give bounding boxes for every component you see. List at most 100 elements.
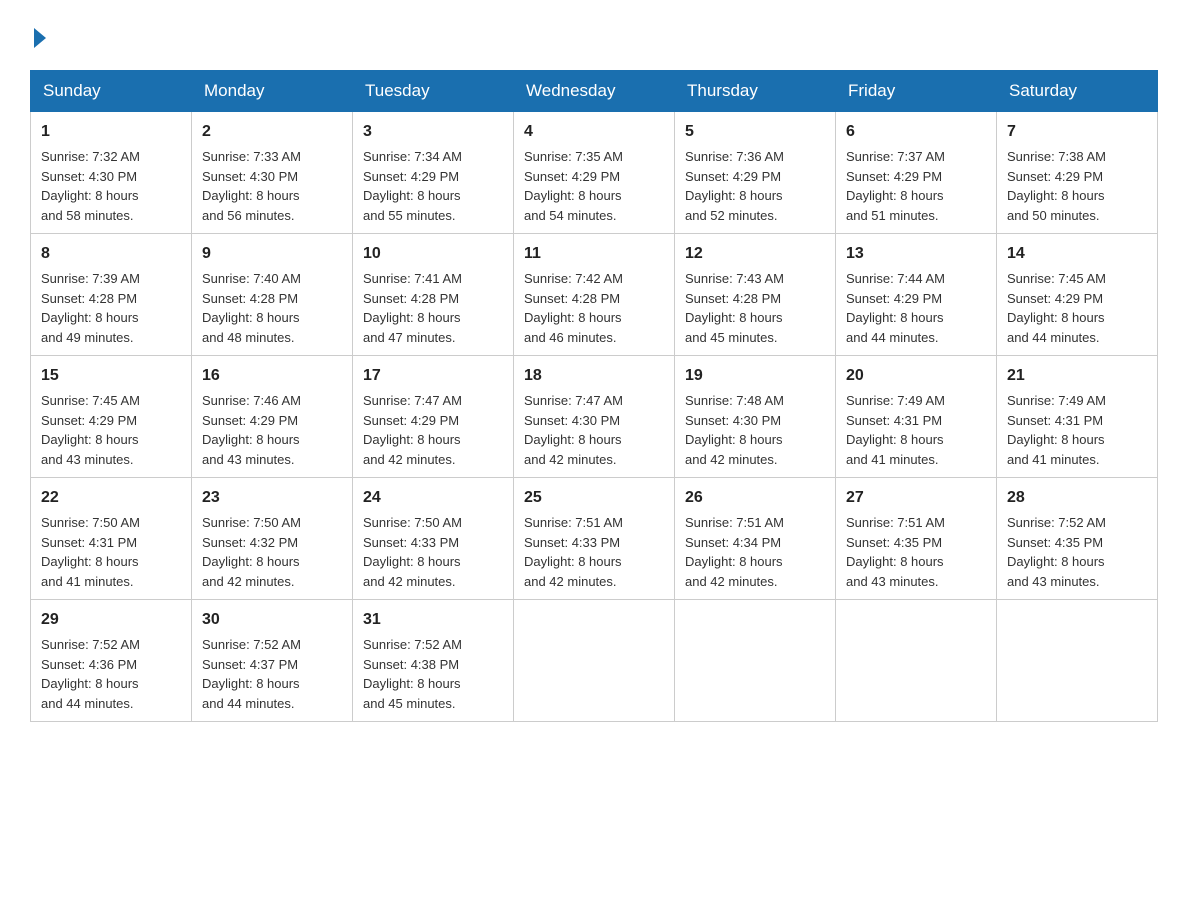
daylight-text: Daylight: 8 hours	[363, 554, 461, 569]
calendar-cell: 8 Sunrise: 7:39 AM Sunset: 4:28 PM Dayli…	[31, 234, 192, 356]
daylight-text: Daylight: 8 hours	[524, 188, 622, 203]
calendar-cell: 26 Sunrise: 7:51 AM Sunset: 4:34 PM Dayl…	[675, 478, 836, 600]
daylight-text2: and 42 minutes.	[363, 574, 456, 589]
sunrise-text: Sunrise: 7:51 AM	[685, 515, 784, 530]
daylight-text2: and 58 minutes.	[41, 208, 134, 223]
sunset-text: Sunset: 4:29 PM	[846, 291, 942, 306]
daylight-text2: and 44 minutes.	[846, 330, 939, 345]
day-number: 22	[41, 486, 181, 510]
weekday-header-friday: Friday	[836, 71, 997, 112]
sunset-text: Sunset: 4:29 PM	[202, 413, 298, 428]
sunrise-text: Sunrise: 7:43 AM	[685, 271, 784, 286]
sunrise-text: Sunrise: 7:49 AM	[846, 393, 945, 408]
day-number: 2	[202, 120, 342, 144]
calendar-cell: 11 Sunrise: 7:42 AM Sunset: 4:28 PM Dayl…	[514, 234, 675, 356]
sunrise-text: Sunrise: 7:52 AM	[1007, 515, 1106, 530]
sunrise-text: Sunrise: 7:47 AM	[524, 393, 623, 408]
sunset-text: Sunset: 4:28 PM	[41, 291, 137, 306]
sunset-text: Sunset: 4:28 PM	[524, 291, 620, 306]
daylight-text: Daylight: 8 hours	[685, 310, 783, 325]
calendar-cell: 2 Sunrise: 7:33 AM Sunset: 4:30 PM Dayli…	[192, 112, 353, 234]
daylight-text2: and 51 minutes.	[846, 208, 939, 223]
sunrise-text: Sunrise: 7:50 AM	[363, 515, 462, 530]
calendar-cell	[514, 600, 675, 722]
calendar-cell: 3 Sunrise: 7:34 AM Sunset: 4:29 PM Dayli…	[353, 112, 514, 234]
sunset-text: Sunset: 4:35 PM	[1007, 535, 1103, 550]
daylight-text: Daylight: 8 hours	[41, 310, 139, 325]
calendar-cell: 23 Sunrise: 7:50 AM Sunset: 4:32 PM Dayl…	[192, 478, 353, 600]
sunset-text: Sunset: 4:29 PM	[846, 169, 942, 184]
daylight-text2: and 41 minutes.	[846, 452, 939, 467]
sunset-text: Sunset: 4:37 PM	[202, 657, 298, 672]
day-number: 8	[41, 242, 181, 266]
calendar-cell: 31 Sunrise: 7:52 AM Sunset: 4:38 PM Dayl…	[353, 600, 514, 722]
calendar-cell	[836, 600, 997, 722]
calendar-cell: 24 Sunrise: 7:50 AM Sunset: 4:33 PM Dayl…	[353, 478, 514, 600]
logo-arrow-icon	[34, 28, 46, 48]
sunrise-text: Sunrise: 7:35 AM	[524, 149, 623, 164]
calendar-week-row: 15 Sunrise: 7:45 AM Sunset: 4:29 PM Dayl…	[31, 356, 1158, 478]
calendar-cell: 19 Sunrise: 7:48 AM Sunset: 4:30 PM Dayl…	[675, 356, 836, 478]
sunset-text: Sunset: 4:35 PM	[846, 535, 942, 550]
day-number: 12	[685, 242, 825, 266]
sunset-text: Sunset: 4:28 PM	[685, 291, 781, 306]
daylight-text: Daylight: 8 hours	[524, 432, 622, 447]
daylight-text: Daylight: 8 hours	[1007, 554, 1105, 569]
sunrise-text: Sunrise: 7:41 AM	[363, 271, 462, 286]
day-number: 9	[202, 242, 342, 266]
sunrise-text: Sunrise: 7:37 AM	[846, 149, 945, 164]
daylight-text: Daylight: 8 hours	[363, 188, 461, 203]
daylight-text: Daylight: 8 hours	[363, 310, 461, 325]
daylight-text: Daylight: 8 hours	[1007, 188, 1105, 203]
day-number: 14	[1007, 242, 1147, 266]
daylight-text2: and 43 minutes.	[202, 452, 295, 467]
calendar-cell: 20 Sunrise: 7:49 AM Sunset: 4:31 PM Dayl…	[836, 356, 997, 478]
daylight-text2: and 50 minutes.	[1007, 208, 1100, 223]
sunset-text: Sunset: 4:31 PM	[846, 413, 942, 428]
day-number: 7	[1007, 120, 1147, 144]
weekday-header-saturday: Saturday	[997, 71, 1158, 112]
day-number: 18	[524, 364, 664, 388]
calendar-cell: 1 Sunrise: 7:32 AM Sunset: 4:30 PM Dayli…	[31, 112, 192, 234]
daylight-text: Daylight: 8 hours	[41, 432, 139, 447]
calendar-week-row: 29 Sunrise: 7:52 AM Sunset: 4:36 PM Dayl…	[31, 600, 1158, 722]
calendar-cell: 7 Sunrise: 7:38 AM Sunset: 4:29 PM Dayli…	[997, 112, 1158, 234]
sunrise-text: Sunrise: 7:49 AM	[1007, 393, 1106, 408]
daylight-text: Daylight: 8 hours	[846, 554, 944, 569]
day-number: 24	[363, 486, 503, 510]
calendar-cell	[997, 600, 1158, 722]
sunset-text: Sunset: 4:28 PM	[202, 291, 298, 306]
sunset-text: Sunset: 4:31 PM	[1007, 413, 1103, 428]
daylight-text: Daylight: 8 hours	[363, 676, 461, 691]
sunrise-text: Sunrise: 7:39 AM	[41, 271, 140, 286]
calendar-week-row: 22 Sunrise: 7:50 AM Sunset: 4:31 PM Dayl…	[31, 478, 1158, 600]
daylight-text2: and 42 minutes.	[202, 574, 295, 589]
sunrise-text: Sunrise: 7:46 AM	[202, 393, 301, 408]
day-number: 21	[1007, 364, 1147, 388]
sunset-text: Sunset: 4:30 PM	[685, 413, 781, 428]
sunset-text: Sunset: 4:29 PM	[363, 413, 459, 428]
daylight-text2: and 47 minutes.	[363, 330, 456, 345]
calendar-cell: 18 Sunrise: 7:47 AM Sunset: 4:30 PM Dayl…	[514, 356, 675, 478]
sunset-text: Sunset: 4:33 PM	[363, 535, 459, 550]
sunrise-text: Sunrise: 7:42 AM	[524, 271, 623, 286]
daylight-text2: and 42 minutes.	[685, 574, 778, 589]
sunset-text: Sunset: 4:38 PM	[363, 657, 459, 672]
sunrise-text: Sunrise: 7:51 AM	[524, 515, 623, 530]
calendar-cell: 29 Sunrise: 7:52 AM Sunset: 4:36 PM Dayl…	[31, 600, 192, 722]
calendar-cell: 5 Sunrise: 7:36 AM Sunset: 4:29 PM Dayli…	[675, 112, 836, 234]
calendar-cell: 10 Sunrise: 7:41 AM Sunset: 4:28 PM Dayl…	[353, 234, 514, 356]
daylight-text2: and 41 minutes.	[1007, 452, 1100, 467]
daylight-text2: and 46 minutes.	[524, 330, 617, 345]
daylight-text2: and 43 minutes.	[41, 452, 134, 467]
sunrise-text: Sunrise: 7:45 AM	[41, 393, 140, 408]
day-number: 1	[41, 120, 181, 144]
daylight-text2: and 56 minutes.	[202, 208, 295, 223]
day-number: 13	[846, 242, 986, 266]
daylight-text: Daylight: 8 hours	[41, 554, 139, 569]
sunrise-text: Sunrise: 7:38 AM	[1007, 149, 1106, 164]
sunset-text: Sunset: 4:31 PM	[41, 535, 137, 550]
calendar-cell: 25 Sunrise: 7:51 AM Sunset: 4:33 PM Dayl…	[514, 478, 675, 600]
calendar-cell: 14 Sunrise: 7:45 AM Sunset: 4:29 PM Dayl…	[997, 234, 1158, 356]
daylight-text: Daylight: 8 hours	[41, 676, 139, 691]
